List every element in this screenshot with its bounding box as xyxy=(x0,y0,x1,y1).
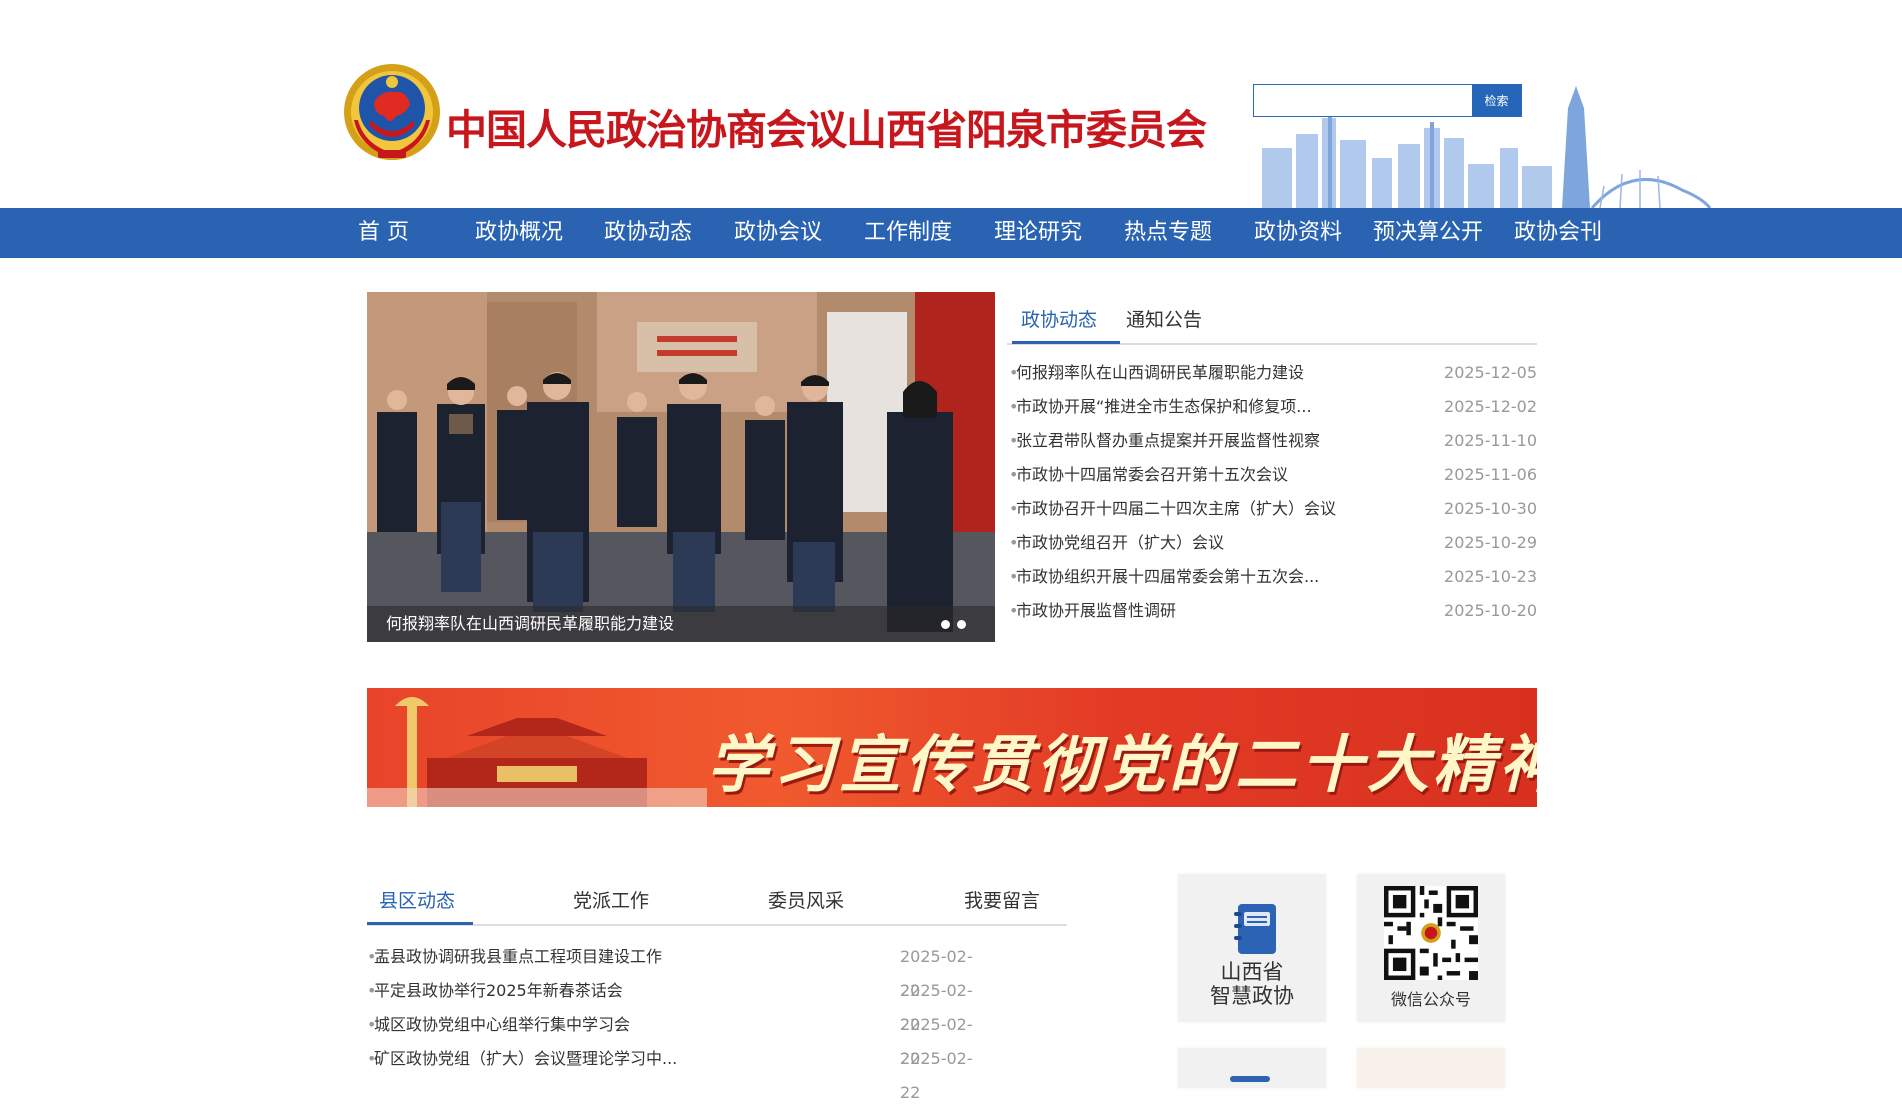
tab-notices[interactable]: 通知公告 xyxy=(1126,305,1202,332)
county-news-list: • 盂县政协调研我县重点工程项目建设工作 2025-02-22 • 平定县政协举行20… xyxy=(367,940,991,1102)
county-tab-underline xyxy=(367,922,473,925)
county-tabbar: 县区动态 党派工作 委员风采 我要留言 xyxy=(367,874,1067,926)
county-news-item[interactable]: • 矿区政协党组（扩大）会议暨理论学习中... 2025-02-22 xyxy=(367,1042,991,1102)
news-item[interactable]: • 市政协开展监督性调研 2025-10-20 xyxy=(1007,594,1537,628)
county-news-title[interactable]: 盂县政协调研我县重点工程项目建设工作 xyxy=(374,940,662,974)
news-item[interactable]: • 何报翔率队在山西调研民革履职能力建设 2025-12-05 xyxy=(1007,356,1537,390)
tab-active-underline xyxy=(1012,341,1120,344)
news-item[interactable]: • 市政协党组召开（扩大）会议 2025-10-29 xyxy=(1007,526,1537,560)
news-item[interactable]: • 市政协开展“推进全市生态保护和修复项... 2025-12-02 xyxy=(1007,390,1537,424)
news-item-date: 2025-12-05 xyxy=(1444,363,1537,382)
tile-icon-top xyxy=(1230,1076,1270,1082)
wechat-label: 微信公众号 xyxy=(1390,990,1471,1009)
news-slideshow[interactable]: 何报翔率队在山西调研民革履职能力建设 xyxy=(367,292,995,642)
news-panel: 政协动态 通知公告 • 何报翔率队在山西调研民革履职能力建设 2025-12-05 … xyxy=(1007,292,1537,632)
nav-item-journal[interactable]: 政协会刊 xyxy=(1514,208,1602,258)
nav-item-news[interactable]: 政协动态 xyxy=(604,208,692,258)
county-news-title[interactable]: 矿区政协党组（扩大）会议暨理论学习中... xyxy=(374,1042,677,1076)
news-item-title[interactable]: 市政协党组召开（扩大）会议 xyxy=(1016,526,1224,560)
news-item-title[interactable]: 市政协十四届常委会召开第十五次会议 xyxy=(1016,458,1288,492)
nav-item-theory[interactable]: 理论研究 xyxy=(994,208,1082,258)
site-header: 中国人民政治协商会议山西省阳泉市委员会 检索 xyxy=(0,0,1902,208)
smart-cppcc-line1: 山西省 xyxy=(1220,960,1284,984)
slide-dot-2[interactable] xyxy=(957,620,966,629)
nav-item-materials[interactable]: 政协资料 xyxy=(1254,208,1342,258)
tab-cppcc-news[interactable]: 政协动态 xyxy=(1021,305,1097,332)
tab-member-profiles[interactable]: 委员风采 xyxy=(768,886,844,913)
news-item-title[interactable]: 市政协开展监督性调研 xyxy=(1016,594,1176,628)
smart-cppcc-line2: 智慧政协 xyxy=(1210,984,1294,1008)
slide-dot-1[interactable] xyxy=(941,620,950,629)
news-item[interactable]: • 市政协召开十四届二十四次主席（扩大）会议 2025-10-30 xyxy=(1007,492,1537,526)
smart-cppcc-tile[interactable]: 山西省 智慧政协 xyxy=(1178,874,1326,1022)
nav-item-overview[interactable]: 政协概况 xyxy=(475,208,563,258)
news-item-title[interactable]: 市政协开展“推进全市生态保护和修复项... xyxy=(1016,390,1312,424)
notebook-icon xyxy=(1234,904,1276,954)
county-news-title[interactable]: 平定县政协举行2025年新春茶话会 xyxy=(374,974,623,1008)
cppcc-emblem-logo[interactable] xyxy=(340,60,444,166)
news-item[interactable]: • 张立君带队督办重点提案并开展监督性视察 2025-11-10 xyxy=(1007,424,1537,458)
news-item[interactable]: • 市政协组织开展十四届常委会第十五次会... 2025-10-23 xyxy=(1007,560,1537,594)
search-button[interactable]: 检索 xyxy=(1472,85,1521,116)
nav-item-topics[interactable]: 热点专题 xyxy=(1124,208,1212,258)
news-list: • 何报翔率队在山西调研民革履职能力建设 2025-12-05 • 市政协开展“推进全… xyxy=(1007,356,1537,628)
slide-photo[interactable] xyxy=(367,292,995,642)
news-item-date: 2025-10-30 xyxy=(1444,499,1537,518)
banner-slogan: 学习宣传贯彻党的二十大精神 xyxy=(707,728,1537,801)
news-item-title[interactable]: 张立君带队督办重点提案并开展监督性视察 xyxy=(1016,424,1320,458)
qr-code-icon xyxy=(1384,886,1478,980)
news-item-title[interactable]: 何报翔率队在山西调研民革履职能力建设 xyxy=(1016,356,1304,390)
nav-item-home[interactable]: 首 页 xyxy=(358,208,409,258)
slide-caption[interactable]: 何报翔率队在山西调研民革履职能力建设 xyxy=(386,606,674,642)
tiananmen-illustration xyxy=(367,697,707,807)
news-item-date: 2025-11-06 xyxy=(1444,465,1537,484)
news-item[interactable]: • 市政协十四届常委会召开第十五次会议 2025-11-06 xyxy=(1007,458,1537,492)
county-news-item[interactable]: • 盂县政协调研我县重点工程项目建设工作 2025-02-22 xyxy=(367,940,991,1000)
news-item-date: 2025-12-02 xyxy=(1444,397,1537,416)
search-box: 检索 xyxy=(1253,84,1522,117)
news-tabbar: 政协动态 通知公告 xyxy=(1007,292,1537,345)
extra-tile-right[interactable] xyxy=(1357,1048,1505,1088)
news-item-date: 2025-10-20 xyxy=(1444,601,1537,620)
news-item-title[interactable]: 市政协召开十四届二十四次主席（扩大）会议 xyxy=(1016,492,1336,526)
news-item-date: 2025-11-10 xyxy=(1444,431,1537,450)
county-news-item[interactable]: • 平定县政协举行2025年新春茶话会 2025-02-22 xyxy=(367,974,991,1034)
county-news-panel: 县区动态 党派工作 委员风采 我要留言 • 盂县政协调研我县重点工程项目建设工作 2… xyxy=(367,874,1067,1102)
main-nav: 首 页 政协概况 政协动态 政协会议 工作制度 理论研究 热点专题 政协资料 预… xyxy=(0,208,1902,258)
tab-leave-message[interactable]: 我要留言 xyxy=(964,886,1040,913)
county-news-title[interactable]: 城区政协党组中心组举行集中学习会 xyxy=(374,1008,630,1042)
wechat-qr-tile[interactable]: 微信公众号 xyxy=(1357,874,1505,1022)
study-campaign-banner[interactable]: 学习宣传贯彻党的二十大精神 xyxy=(367,688,1537,807)
site-title: 中国人民政治协商会议山西省阳泉市委员会 xyxy=(446,106,1207,154)
slide-caption-bar: 何报翔率队在山西调研民革履职能力建设 xyxy=(367,606,995,642)
news-item-title[interactable]: 市政协组织开展十四届常委会第十五次会... xyxy=(1016,560,1319,594)
nav-item-meetings[interactable]: 政协会议 xyxy=(734,208,822,258)
county-news-item[interactable]: • 城区政协党组中心组举行集中学习会 2025-02-22 xyxy=(367,1008,991,1068)
county-news-date: 2025-02-22 xyxy=(900,1049,973,1102)
news-item-date: 2025-10-23 xyxy=(1444,567,1537,586)
tab-party-work[interactable]: 党派工作 xyxy=(573,886,649,913)
nav-item-rules[interactable]: 工作制度 xyxy=(864,208,952,258)
extra-tile-left[interactable] xyxy=(1178,1048,1326,1088)
nav-item-budget[interactable]: 预决算公开 xyxy=(1373,208,1483,258)
news-item-date: 2025-10-29 xyxy=(1444,533,1537,552)
search-input[interactable] xyxy=(1254,85,1472,116)
tab-county-news[interactable]: 县区动态 xyxy=(379,886,455,913)
